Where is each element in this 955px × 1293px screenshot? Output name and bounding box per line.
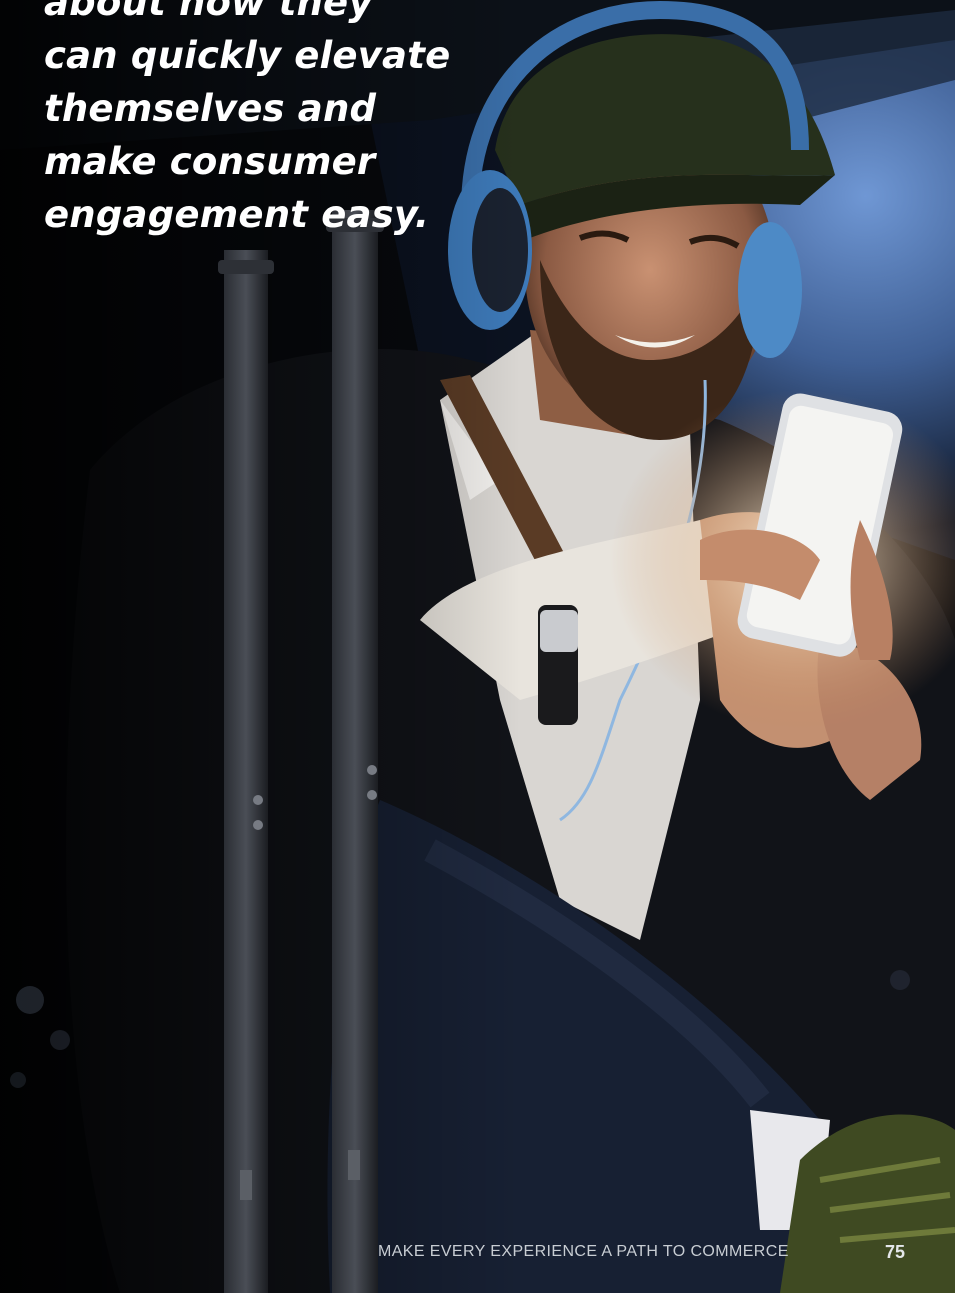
pull-quote-line: about how they xyxy=(44,0,373,24)
page-number: 75 xyxy=(885,1242,906,1262)
pull-quote: about how they can quickly elevate thems… xyxy=(44,0,464,241)
pull-quote-line: themselves and xyxy=(44,87,377,130)
pull-quote-line: engagement easy. xyxy=(44,193,430,236)
pull-quote-line: make consumer xyxy=(44,140,376,183)
running-footer-title: MAKE EVERY EXPERIENCE A PATH TO COMMERCE xyxy=(378,1243,789,1260)
pull-quote-line: can quickly elevate xyxy=(44,34,451,77)
